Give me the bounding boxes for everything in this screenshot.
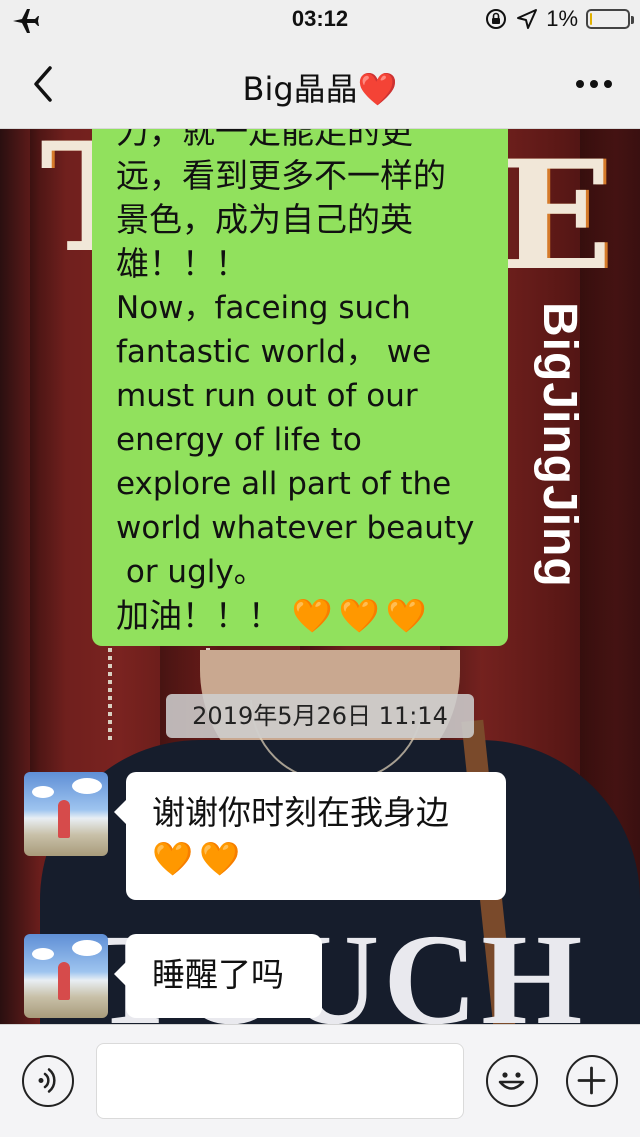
- message-input[interactable]: [96, 1043, 464, 1119]
- voice-button[interactable]: [22, 1055, 74, 1107]
- message-line: must run out of our: [116, 378, 418, 414]
- sign-letter-right: E: [498, 128, 613, 304]
- heart-emojis: 🧡🧡: [152, 839, 247, 878]
- heart-emoji: ❤️: [357, 70, 398, 108]
- message-text: 谢谢你时刻在我身边: [152, 793, 449, 832]
- message-line: 加油！！！ 🧡🧡🧡: [116, 594, 492, 638]
- message-line: 雄！！！: [116, 244, 248, 283]
- received-message-bubble[interactable]: 睡醒了吗: [114, 934, 322, 1018]
- contact-avatar[interactable]: [24, 934, 108, 1018]
- message-text: 睡醒了吗: [152, 955, 284, 994]
- chat-title: Big晶晶❤️: [0, 64, 640, 110]
- location-arrow-icon: [517, 9, 538, 29]
- hanging-chain: [108, 640, 112, 740]
- message-line: fantastic world， we: [116, 334, 432, 370]
- sent-message-bubble[interactable]: 力，就一定能走的更 远，看到更多不一样的 景色，成为自己的英 雄！！！ Now，…: [92, 100, 508, 646]
- avatar-cloud: [72, 778, 102, 794]
- message-text: 加油！！！: [116, 596, 281, 635]
- message-line: 远，看到更多不一样的: [116, 156, 446, 195]
- message-line: world whatever beauty: [116, 510, 475, 546]
- avatar-figure: [58, 800, 70, 838]
- avatar-cloud: [72, 940, 102, 956]
- battery-icon: [586, 9, 634, 29]
- battery-level-fill: [590, 13, 592, 25]
- avatar-figure: [58, 962, 70, 1000]
- status-bar: 03:12 1%: [0, 0, 640, 40]
- emoji-button[interactable]: [486, 1055, 538, 1107]
- plus-icon: [577, 1066, 606, 1095]
- status-right-group: 1%: [484, 6, 634, 32]
- message-line: Now，faceing such: [116, 290, 411, 326]
- received-message-bubble[interactable]: 谢谢你时刻在我身边 🧡🧡: [114, 772, 506, 900]
- message-timestamp: 2019年5月26日 11:14: [166, 694, 474, 738]
- avatar-cloud: [32, 948, 54, 960]
- chat-title-text: Big晶晶: [242, 70, 358, 108]
- more-dots-icon[interactable]: [566, 60, 622, 108]
- add-button[interactable]: [566, 1055, 618, 1107]
- orientation-lock-icon: [486, 9, 507, 29]
- message-line: explore all part of the: [116, 466, 452, 502]
- avatar-cloud: [32, 786, 54, 798]
- battery-percent: 1%: [546, 6, 578, 31]
- chat-input-bar: [0, 1024, 640, 1137]
- background-vertical-text: BigJingJing: [533, 302, 586, 588]
- emoji-icon: [498, 1072, 525, 1090]
- message-line: or ugly。: [116, 554, 265, 590]
- contact-avatar[interactable]: [24, 772, 108, 856]
- heart-emojis: 🧡🧡🧡: [291, 596, 433, 635]
- message-line: 景色，成为自己的英: [116, 200, 413, 239]
- message-line: energy of life to: [116, 422, 362, 458]
- voice-icon: [38, 1068, 56, 1093]
- chat-header: Big晶晶❤️: [0, 40, 640, 129]
